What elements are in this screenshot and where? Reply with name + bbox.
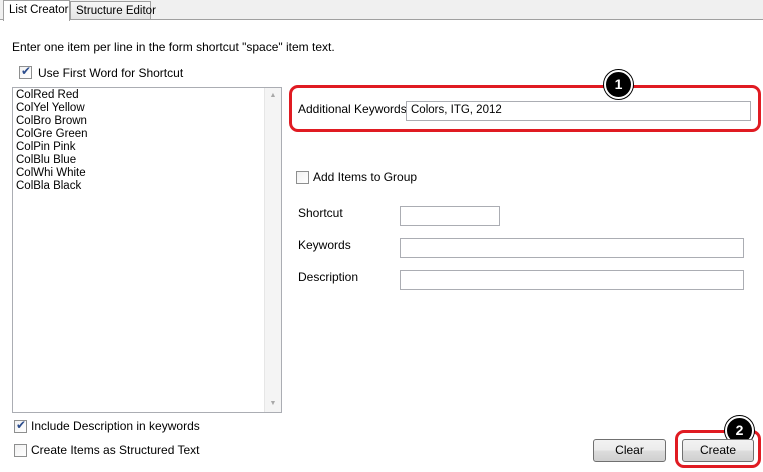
include-description-label: Include Description in keywords <box>31 419 200 433</box>
additional-keywords-label: Additional Keywords <box>298 102 407 116</box>
structured-text-label: Create Items as Structured Text <box>31 443 200 457</box>
items-textarea[interactable]: ColRed Red ColYel Yellow ColBro Brown Co… <box>12 87 282 413</box>
list-creator-panel: Enter one item per line in the form shor… <box>0 19 763 472</box>
tab-list-creator[interactable]: List Creator <box>3 0 70 21</box>
use-first-word-checkbox[interactable] <box>19 64 32 79</box>
list-item: ColPin Pink <box>16 141 76 153</box>
list-item: ColYel Yellow <box>16 102 85 114</box>
create-button[interactable]: Create <box>682 439 754 462</box>
list-items: ColRed Red ColYel Yellow ColBro Brown Co… <box>16 89 88 193</box>
tab-structure-editor[interactable]: Structure Editor <box>70 1 156 20</box>
scroll-down-icon[interactable]: ▼ <box>265 396 281 412</box>
list-item: ColWhi White <box>16 167 86 179</box>
structured-text-checkbox[interactable] <box>14 444 27 457</box>
list-item: ColBlu Blue <box>16 154 77 166</box>
description-label: Description <box>298 270 359 284</box>
shortcut-label: Shortcut <box>298 206 343 220</box>
use-first-word-label: Use First Word for Shortcut <box>38 66 184 80</box>
instructions-text: Enter one item per line in the form shor… <box>12 40 335 54</box>
vertical-scrollbar[interactable]: ▲ ▼ <box>264 88 281 412</box>
list-item: ColBla Black <box>16 180 82 192</box>
list-item: ColBro Brown <box>16 115 87 127</box>
shortcut-input[interactable] <box>400 206 500 226</box>
additional-keywords-input[interactable]: Colors, ITG, 2012 <box>406 101 751 121</box>
callout-badge-1: 1 <box>604 70 633 99</box>
include-description-checkbox[interactable] <box>14 418 27 433</box>
description-input[interactable] <box>400 270 744 290</box>
keywords-input[interactable] <box>400 238 744 258</box>
list-item: ColRed Red <box>16 89 79 101</box>
clear-button[interactable]: Clear <box>593 439 666 462</box>
list-item: ColGre Green <box>16 128 88 140</box>
scroll-up-icon[interactable]: ▲ <box>265 88 281 104</box>
add-items-to-group-checkbox[interactable] <box>296 171 309 184</box>
tab-strip: List Creator Structure Editor <box>0 0 763 21</box>
add-items-to-group-label: Add Items to Group <box>313 170 418 184</box>
keywords-label: Keywords <box>298 238 351 252</box>
